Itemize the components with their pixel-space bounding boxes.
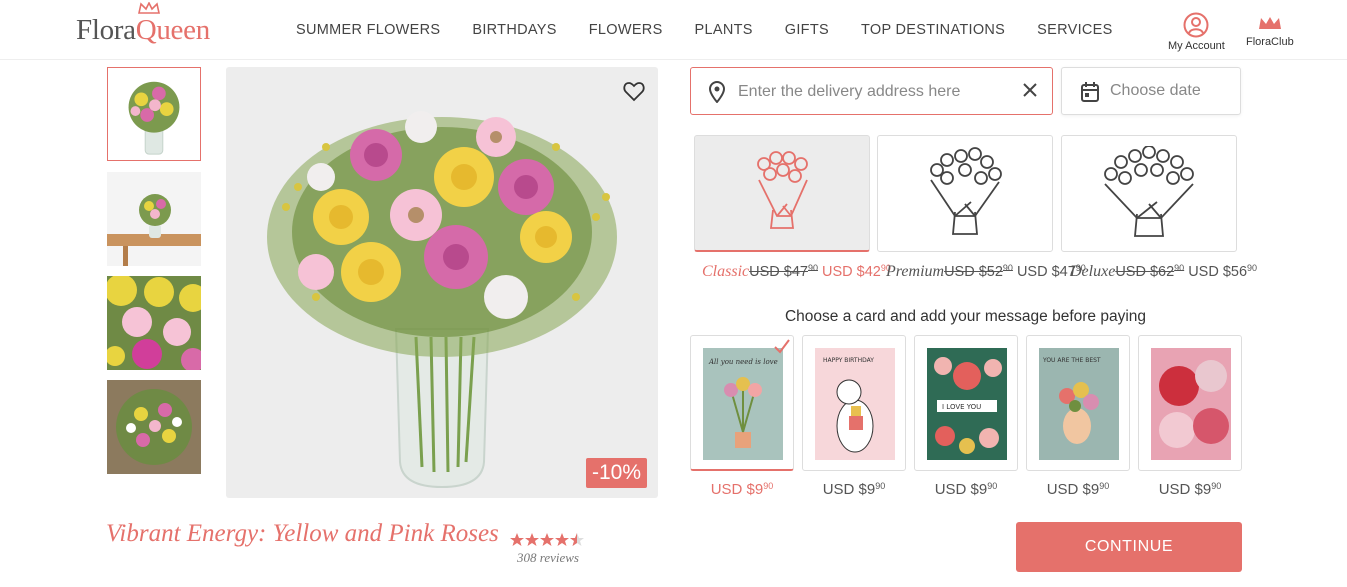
bouquet-on-table-image <box>107 172 201 266</box>
main-nav: SUMMER FLOWERS BIRTHDAYS FLOWERS PLANTS … <box>296 22 1145 38</box>
my-account-label: My Account <box>1168 40 1225 52</box>
card-birthday-bear-image: HAPPY BIRTHDAY <box>815 348 895 460</box>
reviews-count[interactable]: 308 reviews <box>517 550 579 566</box>
size-option-classic[interactable] <box>694 135 870 252</box>
size-name: Classic <box>702 263 750 280</box>
date-placeholder: Choose date <box>1110 82 1201 99</box>
old-price: USD $5290 <box>944 263 1013 280</box>
close-icon[interactable] <box>1022 82 1038 98</box>
thumbnail-2[interactable] <box>107 172 201 266</box>
card-price-4: USD $990 <box>1046 481 1110 498</box>
main-product-image: -10% <box>226 67 658 498</box>
new-price: USD $5690 <box>1188 263 1258 280</box>
size-label-classic: ClassicUSD $4790 USD $4290 <box>702 263 891 281</box>
old-price: USD $4790 <box>749 263 818 280</box>
logo-text-flora: Flora <box>76 14 136 46</box>
size-label-premium: PremiumUSD $5290 USD $4790 <box>886 263 1086 281</box>
my-account-link[interactable]: My Account <box>1168 12 1225 52</box>
location-pin-icon <box>708 81 726 103</box>
bouquet-topview-image <box>107 380 201 474</box>
thumbnail-3[interactable] <box>107 276 201 370</box>
greeting-card-2[interactable]: HAPPY BIRTHDAY <box>802 335 906 471</box>
card-floral-love-image: I LOVE YOU <box>927 348 1007 460</box>
heart-icon[interactable] <box>622 79 646 103</box>
logo[interactable]: Flora Queen <box>76 2 210 47</box>
nav-top-destinations[interactable]: TOP DESTINATIONS <box>861 22 1005 38</box>
card-price-2: USD $990 <box>822 481 886 498</box>
card-price-1: USD $990 <box>710 481 774 498</box>
card-best-image: YOU ARE THE BEST <box>1039 348 1119 460</box>
crown-icon <box>1258 17 1281 29</box>
card-text: HAPPY BIRTHDAY <box>823 357 874 364</box>
user-icon <box>1183 12 1209 38</box>
nav-summer-flowers[interactable]: SUMMER FLOWERS <box>296 22 440 38</box>
bouquet-premium-icon <box>930 146 1002 235</box>
address-input[interactable] <box>738 80 1008 104</box>
rating-stars <box>510 533 586 550</box>
greeting-card-1[interactable]: All you need is love <box>690 335 794 471</box>
card-text: All you need is love <box>708 358 778 366</box>
floraclub-link[interactable]: FloraClub <box>1246 16 1294 48</box>
date-picker[interactable]: Choose date <box>1061 67 1241 115</box>
new-price: USD $4290 <box>822 263 891 280</box>
logo-text-queen: Queen <box>135 14 210 46</box>
continue-button[interactable]: CONTINUE <box>1016 522 1242 572</box>
thumbnail-1[interactable] <box>107 67 201 161</box>
nav-plants[interactable]: PLANTS <box>695 22 753 38</box>
size-name: Premium <box>886 263 945 280</box>
site-header: Flora Queen SUMMER FLOWERS BIRTHDAYS FLOW… <box>0 0 1347 60</box>
address-field[interactable] <box>690 67 1053 115</box>
card-roses-image <box>1151 348 1231 460</box>
card-love-image: All you need is love <box>703 348 783 460</box>
nav-birthdays[interactable]: BIRTHDAYS <box>472 22 556 38</box>
bouquet-thumbnail-image <box>108 68 200 160</box>
size-option-premium[interactable] <box>877 135 1053 252</box>
size-label-deluxe: DeluxeUSD $6290 USD $5690 <box>1070 263 1257 281</box>
card-price-5: USD $990 <box>1158 481 1222 498</box>
crown-icon <box>137 2 160 14</box>
discount-badge: -10% <box>585 458 647 488</box>
flowers-closeup-image <box>107 276 201 370</box>
card-text: YOU ARE THE BEST <box>1042 357 1101 364</box>
bouquet-classic-icon <box>757 151 808 229</box>
star-rating-icon <box>510 533 584 546</box>
thumbnail-4[interactable] <box>107 380 201 474</box>
greeting-card-3[interactable]: I LOVE YOU <box>914 335 1018 471</box>
nav-services[interactable]: SERVICES <box>1037 22 1112 38</box>
checkmark-icon <box>774 339 790 354</box>
greeting-card-4[interactable]: YOU ARE THE BEST <box>1026 335 1130 471</box>
bouquet-image <box>267 111 617 489</box>
calendar-icon <box>1081 82 1099 102</box>
cards-heading: Choose a card and add your message befor… <box>784 308 1147 325</box>
size-option-deluxe[interactable] <box>1061 135 1237 252</box>
size-name: Deluxe <box>1070 263 1116 280</box>
product-title: Vibrant Energy: Yellow and Pink Roses <box>106 520 499 547</box>
greeting-card-5[interactable] <box>1138 335 1242 471</box>
bouquet-deluxe-icon <box>1104 145 1194 237</box>
nav-flowers[interactable]: FLOWERS <box>589 22 663 38</box>
old-price: USD $6290 <box>1115 263 1185 280</box>
card-text: I LOVE YOU <box>942 403 981 411</box>
nav-gifts[interactable]: GIFTS <box>785 22 829 38</box>
card-price-3: USD $990 <box>934 481 998 498</box>
floraclub-label: FloraClub <box>1246 36 1294 48</box>
